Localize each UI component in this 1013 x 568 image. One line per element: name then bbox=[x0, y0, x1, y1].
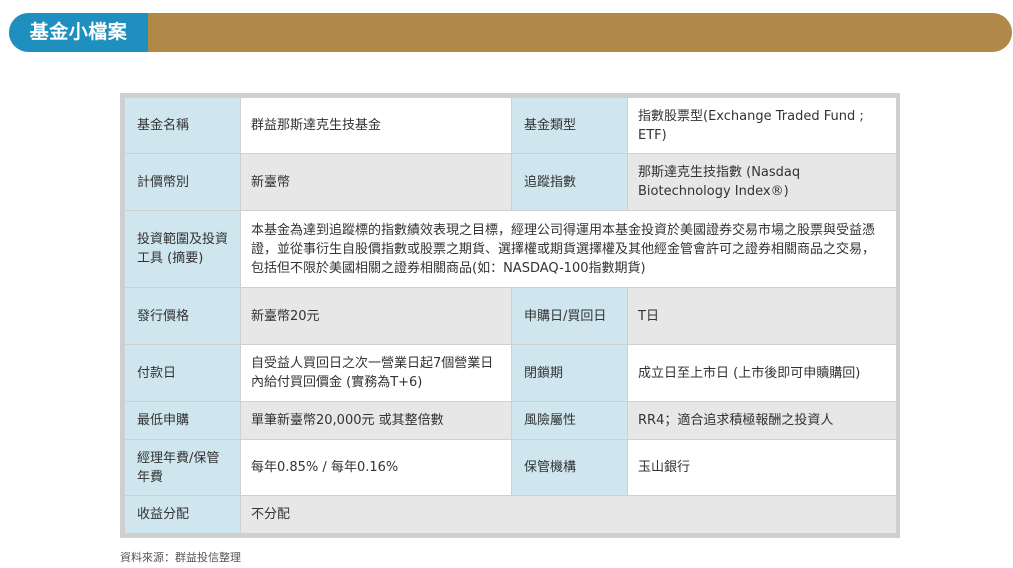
label-currency: 計價幣別 bbox=[124, 153, 241, 211]
label-risk-level: 風險屬性 bbox=[511, 401, 628, 440]
value-income-distribution: 不分配 bbox=[240, 495, 897, 534]
section-title: 基金小檔案 bbox=[9, 13, 148, 52]
label-tracking-index: 追蹤指數 bbox=[511, 153, 628, 211]
label-lockup-period: 閉鎖期 bbox=[511, 344, 628, 402]
section-banner bbox=[9, 13, 1012, 52]
page: 基金小檔案 基金名稱 群益那斯達克生技基金 基金類型 指數股票型(Exchang… bbox=[0, 0, 1013, 568]
table-row: 發行價格 新臺幣20元 申購日/買回日 T日 bbox=[124, 287, 897, 345]
source-note: 資料來源：群益投信整理 bbox=[120, 551, 241, 564]
label-income-distribution: 收益分配 bbox=[124, 495, 241, 534]
table-row: 收益分配 不分配 bbox=[124, 495, 897, 534]
label-minimum-purchase: 最低申購 bbox=[124, 401, 241, 440]
label-investment-scope: 投資範圍及投資工具 (摘要) bbox=[124, 210, 241, 288]
fund-info-table-wrapper: 基金名稱 群益那斯達克生技基金 基金類型 指數股票型(Exchange Trad… bbox=[120, 93, 900, 538]
label-custodian: 保管機構 bbox=[511, 439, 628, 496]
table-row: 投資範圍及投資工具 (摘要) 本基金為達到追蹤標的指數績效表現之目標，經理公司得… bbox=[124, 210, 897, 288]
label-subscription-day: 申購日/買回日 bbox=[511, 287, 628, 345]
table-row: 最低申購 單筆新臺幣20,000元 或其整倍數 風險屬性 RR4；適合追求積極報… bbox=[124, 401, 897, 440]
label-fund-name: 基金名稱 bbox=[124, 97, 241, 154]
value-fund-name: 群益那斯達克生技基金 bbox=[240, 97, 512, 154]
value-issue-price: 新臺幣20元 bbox=[240, 287, 512, 345]
value-subscription-day: T日 bbox=[627, 287, 897, 345]
table-row: 付款日 自受益人買回日之次一營業日起7個營業日內給付買回價金 (實務為T+6) … bbox=[124, 344, 897, 402]
value-risk-level: RR4；適合追求積極報酬之投資人 bbox=[627, 401, 897, 440]
value-currency: 新臺幣 bbox=[240, 153, 512, 211]
value-fund-type: 指數股票型(Exchange Traded Fund ; ETF) bbox=[627, 97, 897, 154]
value-minimum-purchase: 單筆新臺幣20,000元 或其整倍數 bbox=[240, 401, 512, 440]
fund-info-table: 基金名稱 群益那斯達克生技基金 基金類型 指數股票型(Exchange Trad… bbox=[124, 97, 897, 534]
table-row: 經理年費/保管年費 每年0.85% / 每年0.16% 保管機構 玉山銀行 bbox=[124, 439, 897, 496]
label-payment-day: 付款日 bbox=[124, 344, 241, 402]
label-issue-price: 發行價格 bbox=[124, 287, 241, 345]
table-row: 基金名稱 群益那斯達克生技基金 基金類型 指數股票型(Exchange Trad… bbox=[124, 97, 897, 154]
value-tracking-index: 那斯達克生技指數 (Nasdaq Biotechnology Index®) bbox=[627, 153, 897, 211]
table-row: 計價幣別 新臺幣 追蹤指數 那斯達克生技指數 (Nasdaq Biotechno… bbox=[124, 153, 897, 211]
value-payment-day: 自受益人買回日之次一營業日起7個營業日內給付買回價金 (實務為T+6) bbox=[240, 344, 512, 402]
value-custodian: 玉山銀行 bbox=[627, 439, 897, 496]
label-management-fee: 經理年費/保管年費 bbox=[124, 439, 241, 496]
value-lockup-period: 成立日至上市日 (上市後即可申贖購回) bbox=[627, 344, 897, 402]
value-management-fee: 每年0.85% / 每年0.16% bbox=[240, 439, 512, 496]
label-fund-type: 基金類型 bbox=[511, 97, 628, 154]
value-investment-scope: 本基金為達到追蹤標的指數績效表現之目標，經理公司得運用本基金投資於美國證券交易市… bbox=[240, 210, 897, 288]
